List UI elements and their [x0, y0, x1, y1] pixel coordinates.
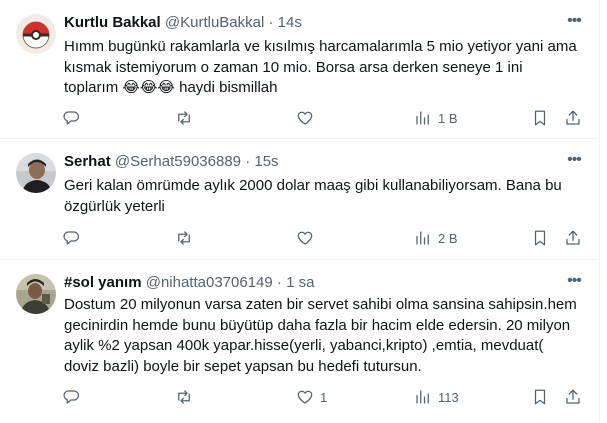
tweet[interactable]: Kurtlu Bakkal @KurtluBakkal · 14s ••• Hı… — [0, 0, 598, 139]
views-icon — [416, 231, 429, 245]
reply-icon — [63, 231, 80, 245]
tweet[interactable]: Serhat @Serhat59036889 · 15s ••• Geri ka… — [0, 139, 598, 260]
retweet-button[interactable] — [175, 386, 199, 408]
tweet-header: Serhat @Serhat59036889 · 15s — [64, 151, 578, 173]
retweet-icon — [178, 390, 190, 404]
avatar[interactable] — [16, 153, 56, 193]
avatar[interactable] — [16, 14, 56, 54]
share-button[interactable] — [564, 386, 582, 408]
avatar[interactable] — [16, 274, 56, 314]
share-icon — [566, 389, 580, 404]
author-name[interactable]: Serhat — [64, 153, 111, 170]
share-button[interactable] — [564, 107, 582, 129]
tweet-header: #sol yanım @nihatta03706149 · 1 sa — [64, 272, 578, 294]
bookmark-icon — [534, 389, 546, 405]
tweet-text: Dostum 20 milyonun varsa zaten bir serve… — [64, 296, 577, 375]
retweet-button[interactable] — [175, 107, 199, 129]
reply-button[interactable] — [62, 386, 86, 408]
reply-icon — [63, 390, 80, 404]
views-button[interactable]: 1 B — [414, 107, 458, 129]
separator-dot: · — [245, 153, 251, 170]
like-icon — [297, 231, 313, 245]
separator-dot: · — [268, 14, 274, 31]
bookmark-icon — [534, 230, 546, 246]
retweet-icon — [178, 111, 190, 125]
like-count: 1 — [320, 389, 328, 405]
tweet-header: Kurtlu Bakkal @KurtluBakkal · 14s — [64, 12, 578, 34]
reply-button[interactable] — [62, 107, 86, 129]
share-icon — [566, 110, 580, 125]
tweet-text: Geri kalan ömrümde aylık 2000 dolar maaş… — [64, 177, 562, 215]
views-icon — [416, 390, 429, 404]
author-name[interactable]: #sol yanım — [64, 274, 142, 291]
like-icon — [297, 111, 313, 125]
like-icon — [297, 390, 313, 404]
like-button[interactable] — [296, 107, 320, 129]
tweet-actions: 1 B — [62, 107, 580, 129]
views-button[interactable]: 2 B — [414, 227, 458, 249]
tweet[interactable]: #sol yanım @nihatta03706149 · 1 sa ••• D… — [0, 260, 598, 423]
more-icon[interactable]: ••• — [564, 13, 584, 32]
timestamp[interactable]: 14s — [278, 14, 302, 31]
author-handle[interactable]: @nihatta03706149 — [146, 274, 273, 291]
view-count: 1 B — [438, 110, 458, 126]
more-icon[interactable]: ••• — [564, 152, 584, 171]
author-name[interactable]: Kurtlu Bakkal — [64, 14, 161, 31]
tweet-actions: 1 113 — [62, 386, 580, 408]
bookmark-icon — [534, 110, 546, 126]
column-border — [599, 0, 600, 423]
view-count: 2 B — [438, 230, 458, 246]
tweet-text: Hımm bugünkü rakamlarla ve kısılmış harc… — [64, 38, 577, 96]
timestamp[interactable]: 15s — [254, 153, 278, 170]
retweet-button[interactable] — [175, 227, 199, 249]
views-icon — [416, 111, 429, 125]
views-button[interactable]: 113 — [414, 386, 459, 408]
more-icon[interactable]: ••• — [564, 273, 584, 292]
bookmark-button[interactable] — [531, 386, 549, 408]
person-photo-avatar-icon — [16, 153, 56, 193]
pokeball-avatar-icon — [16, 14, 56, 54]
like-button[interactable] — [296, 227, 320, 249]
view-count: 113 — [438, 389, 459, 405]
person-photo-avatar-icon — [16, 274, 56, 314]
author-handle[interactable]: @Serhat59036889 — [115, 153, 241, 170]
bookmark-button[interactable] — [531, 227, 549, 249]
timestamp[interactable]: 1 sa — [286, 274, 314, 291]
retweet-icon — [178, 231, 190, 245]
share-button[interactable] — [564, 227, 582, 249]
separator-dot: · — [276, 274, 282, 291]
reply-icon — [63, 111, 80, 125]
author-handle[interactable]: @KurtluBakkal — [165, 14, 264, 31]
bookmark-button[interactable] — [531, 107, 549, 129]
tweet-actions: 2 B — [62, 227, 580, 249]
reply-button[interactable] — [62, 227, 86, 249]
share-icon — [566, 230, 580, 245]
like-button[interactable]: 1 — [296, 386, 327, 408]
